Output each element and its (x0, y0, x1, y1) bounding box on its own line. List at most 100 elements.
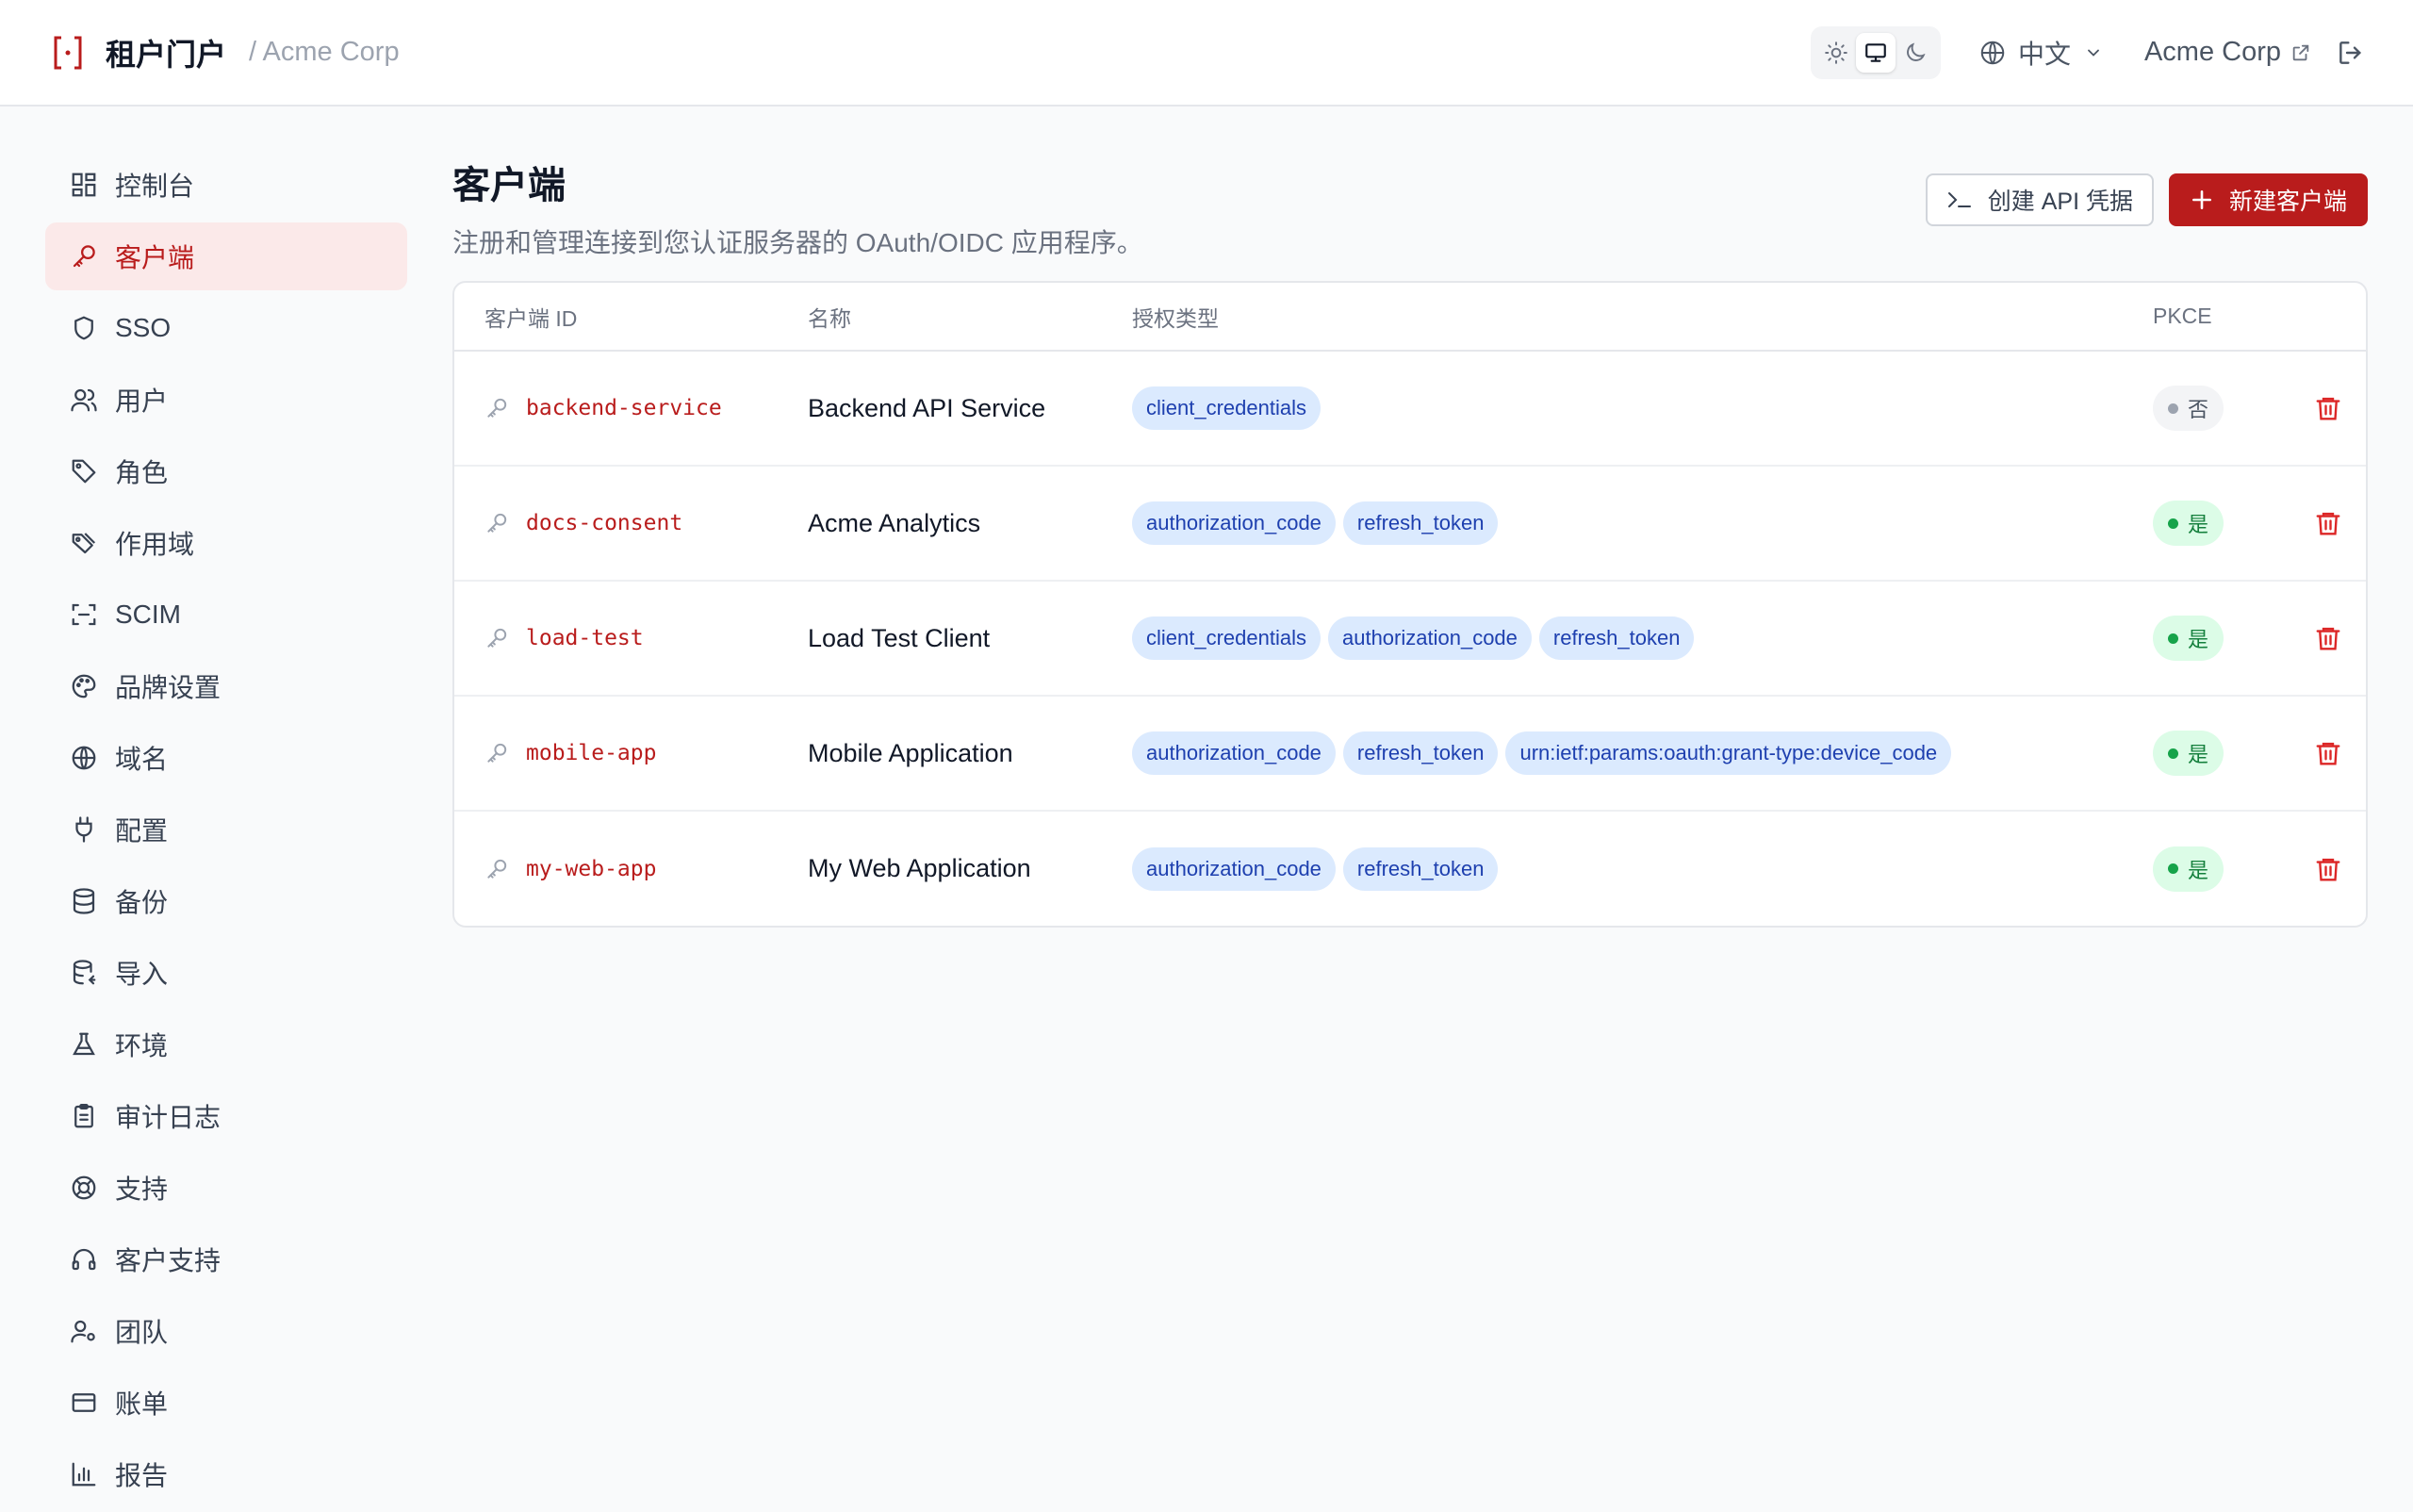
language-selector[interactable]: 中文 (1978, 34, 2103, 72)
delete-client-button[interactable] (2290, 394, 2366, 422)
new-client-button[interactable]: 新建客户端 (2168, 173, 2368, 226)
client-name: Mobile Application (808, 738, 1013, 767)
sidebar-item-clients[interactable]: 客户端 (45, 222, 407, 290)
client-id-cell[interactable]: backend-service (484, 396, 778, 420)
sidebar-item-support[interactable]: 支持 (45, 1154, 407, 1222)
sidebar-item-import[interactable]: 导入 (45, 939, 407, 1007)
sidebar-item-environments[interactable]: 环境 (45, 1011, 407, 1078)
client-name: Load Test Client (808, 623, 991, 652)
database-icon (68, 885, 100, 917)
tenant-link[interactable]: Acme Corp (2144, 37, 2311, 68)
tenant-name: Acme Corp (2143, 37, 2281, 67)
sidebar-item-sso[interactable]: SSO (45, 294, 407, 362)
pkce-badge: 是 (2153, 501, 2224, 546)
table-row[interactable]: load-test Load Test Client client_creden… (454, 581, 2366, 696)
clients-table: 客户端 ID 名称 授权类型 PKCE backend-service Back… (454, 283, 2366, 926)
palette-icon (68, 670, 100, 702)
sidebar-item-customer-support[interactable]: 客户支持 (45, 1225, 407, 1293)
sidebar-item-scim[interactable]: SCIM (45, 581, 407, 649)
pkce-label: 是 (2188, 743, 2209, 766)
page-title: 客户端 (452, 165, 566, 206)
logout-icon[interactable] (2336, 38, 2366, 68)
sidebar-item-domains[interactable]: 域名 (45, 724, 407, 792)
language-label: 中文 (2017, 39, 2071, 69)
sidebar-item-label: 导入 (115, 960, 169, 989)
shield-icon (68, 312, 100, 344)
bar-chart-icon (68, 1458, 100, 1490)
delete-client-button[interactable] (2290, 855, 2366, 883)
grant-type-badge: urn:ietf:params:oauth:grant-type:device_… (1505, 731, 1952, 775)
sidebar-item-config[interactable]: 配置 (45, 796, 407, 863)
sidebar-item-roles[interactable]: 角色 (45, 437, 407, 505)
terminal-icon (1946, 189, 1973, 211)
grant-type-badge: client_credentials (1132, 616, 1321, 660)
brand[interactable]: 租户门户 / Acme Corp (49, 31, 400, 74)
client-name: My Web Application (808, 854, 1031, 882)
delete-client-button[interactable] (2290, 624, 2366, 652)
client-id: mobile-app (526, 741, 657, 765)
users-icon (68, 384, 100, 416)
table-row[interactable]: mobile-app Mobile Application authorizat… (454, 696, 2366, 811)
logo-icon (49, 34, 87, 72)
light-theme-button[interactable] (1816, 33, 1856, 73)
client-id: docs-consent (526, 511, 683, 535)
sidebar-item-dashboard[interactable]: 控制台 (45, 151, 407, 219)
credit-card-icon (68, 1387, 100, 1419)
clients-table-card: 客户端 ID 名称 授权类型 PKCE backend-service Back… (452, 281, 2368, 928)
sidebar-item-backup[interactable]: 备份 (45, 867, 407, 935)
create-api-credentials-button[interactable]: 创建 API 凭据 (1925, 173, 2154, 226)
create-api-credentials-label: 创建 API 凭据 (1987, 189, 2133, 215)
table-row[interactable]: my-web-app My Web Application authorizat… (454, 811, 2366, 926)
external-link-icon (2290, 42, 2311, 63)
trash-icon (2316, 627, 2339, 650)
sidebar-item-team[interactable]: 团队 (45, 1297, 407, 1365)
grant-type-badge: client_credentials (1132, 386, 1321, 430)
sidebar-item-label: 用户 (115, 386, 169, 416)
sidebar-item-reports[interactable]: 报告 (45, 1440, 407, 1508)
client-id-cell[interactable]: mobile-app (484, 741, 778, 765)
pkce-label: 是 (2188, 513, 2209, 536)
client-id-cell[interactable]: docs-consent (484, 511, 778, 535)
client-id-cell[interactable]: load-test (484, 626, 778, 650)
sidebar-item-label: 备份 (115, 888, 169, 917)
trash-icon (2316, 858, 2339, 880)
table-row[interactable]: docs-consent Acme Analytics authorizatio… (454, 466, 2366, 581)
grant-type-badge: refresh_token (1538, 616, 1695, 660)
column-header-actions (2259, 283, 2366, 352)
client-id: backend-service (526, 396, 722, 420)
sidebar-item-label: 报告 (115, 1461, 169, 1490)
sidebar-item-audit-log[interactable]: 审计日志 (45, 1082, 407, 1150)
sidebar-item-users[interactable]: 用户 (45, 366, 407, 434)
sidebar-item-label: 作用域 (115, 530, 195, 559)
system-theme-button[interactable] (1855, 32, 1896, 73)
client-id-cell[interactable]: my-web-app (484, 857, 778, 881)
page-description: 注册和管理连接到您认证服务器的 OAuth/OIDC 应用程序。 (452, 228, 1143, 257)
column-header-client-id: 客户端 ID (454, 283, 778, 352)
sidebar-item-scopes[interactable]: 作用域 (45, 509, 407, 577)
client-name: Backend API Service (808, 393, 1046, 422)
table-row[interactable]: backend-service Backend API Service clie… (454, 351, 2366, 466)
grant-type-badge: refresh_token (1342, 731, 1499, 775)
key-icon (68, 240, 100, 272)
dark-theme-button[interactable] (1896, 33, 1935, 73)
delete-client-button[interactable] (2290, 739, 2366, 767)
key-icon (484, 396, 509, 420)
page-actions: 创建 API 凭据 新建客户端 (1925, 173, 2368, 226)
sidebar-item-branding[interactable]: 品牌设置 (45, 652, 407, 720)
delete-client-button[interactable] (2290, 509, 2366, 537)
sidebar-item-label: 控制台 (115, 172, 195, 201)
sidebar-item-billing[interactable]: 账单 (45, 1369, 407, 1437)
key-icon (484, 857, 509, 881)
trash-icon (2316, 742, 2339, 765)
sidebar-item-label: SCIM (115, 600, 181, 629)
headset-icon (68, 1243, 100, 1275)
sidebar-item-label: 角色 (115, 458, 169, 487)
chevron-down-icon (2084, 43, 2103, 62)
app-title: 租户门户 (106, 37, 227, 72)
sidebar-item-label: SSO (115, 313, 172, 342)
client-id: load-test (526, 626, 644, 650)
lifebuoy-icon (68, 1172, 100, 1204)
grant-type-badge: refresh_token (1342, 846, 1499, 891)
status-dot (2168, 863, 2178, 874)
sidebar-item-label: 客户端 (115, 243, 195, 272)
